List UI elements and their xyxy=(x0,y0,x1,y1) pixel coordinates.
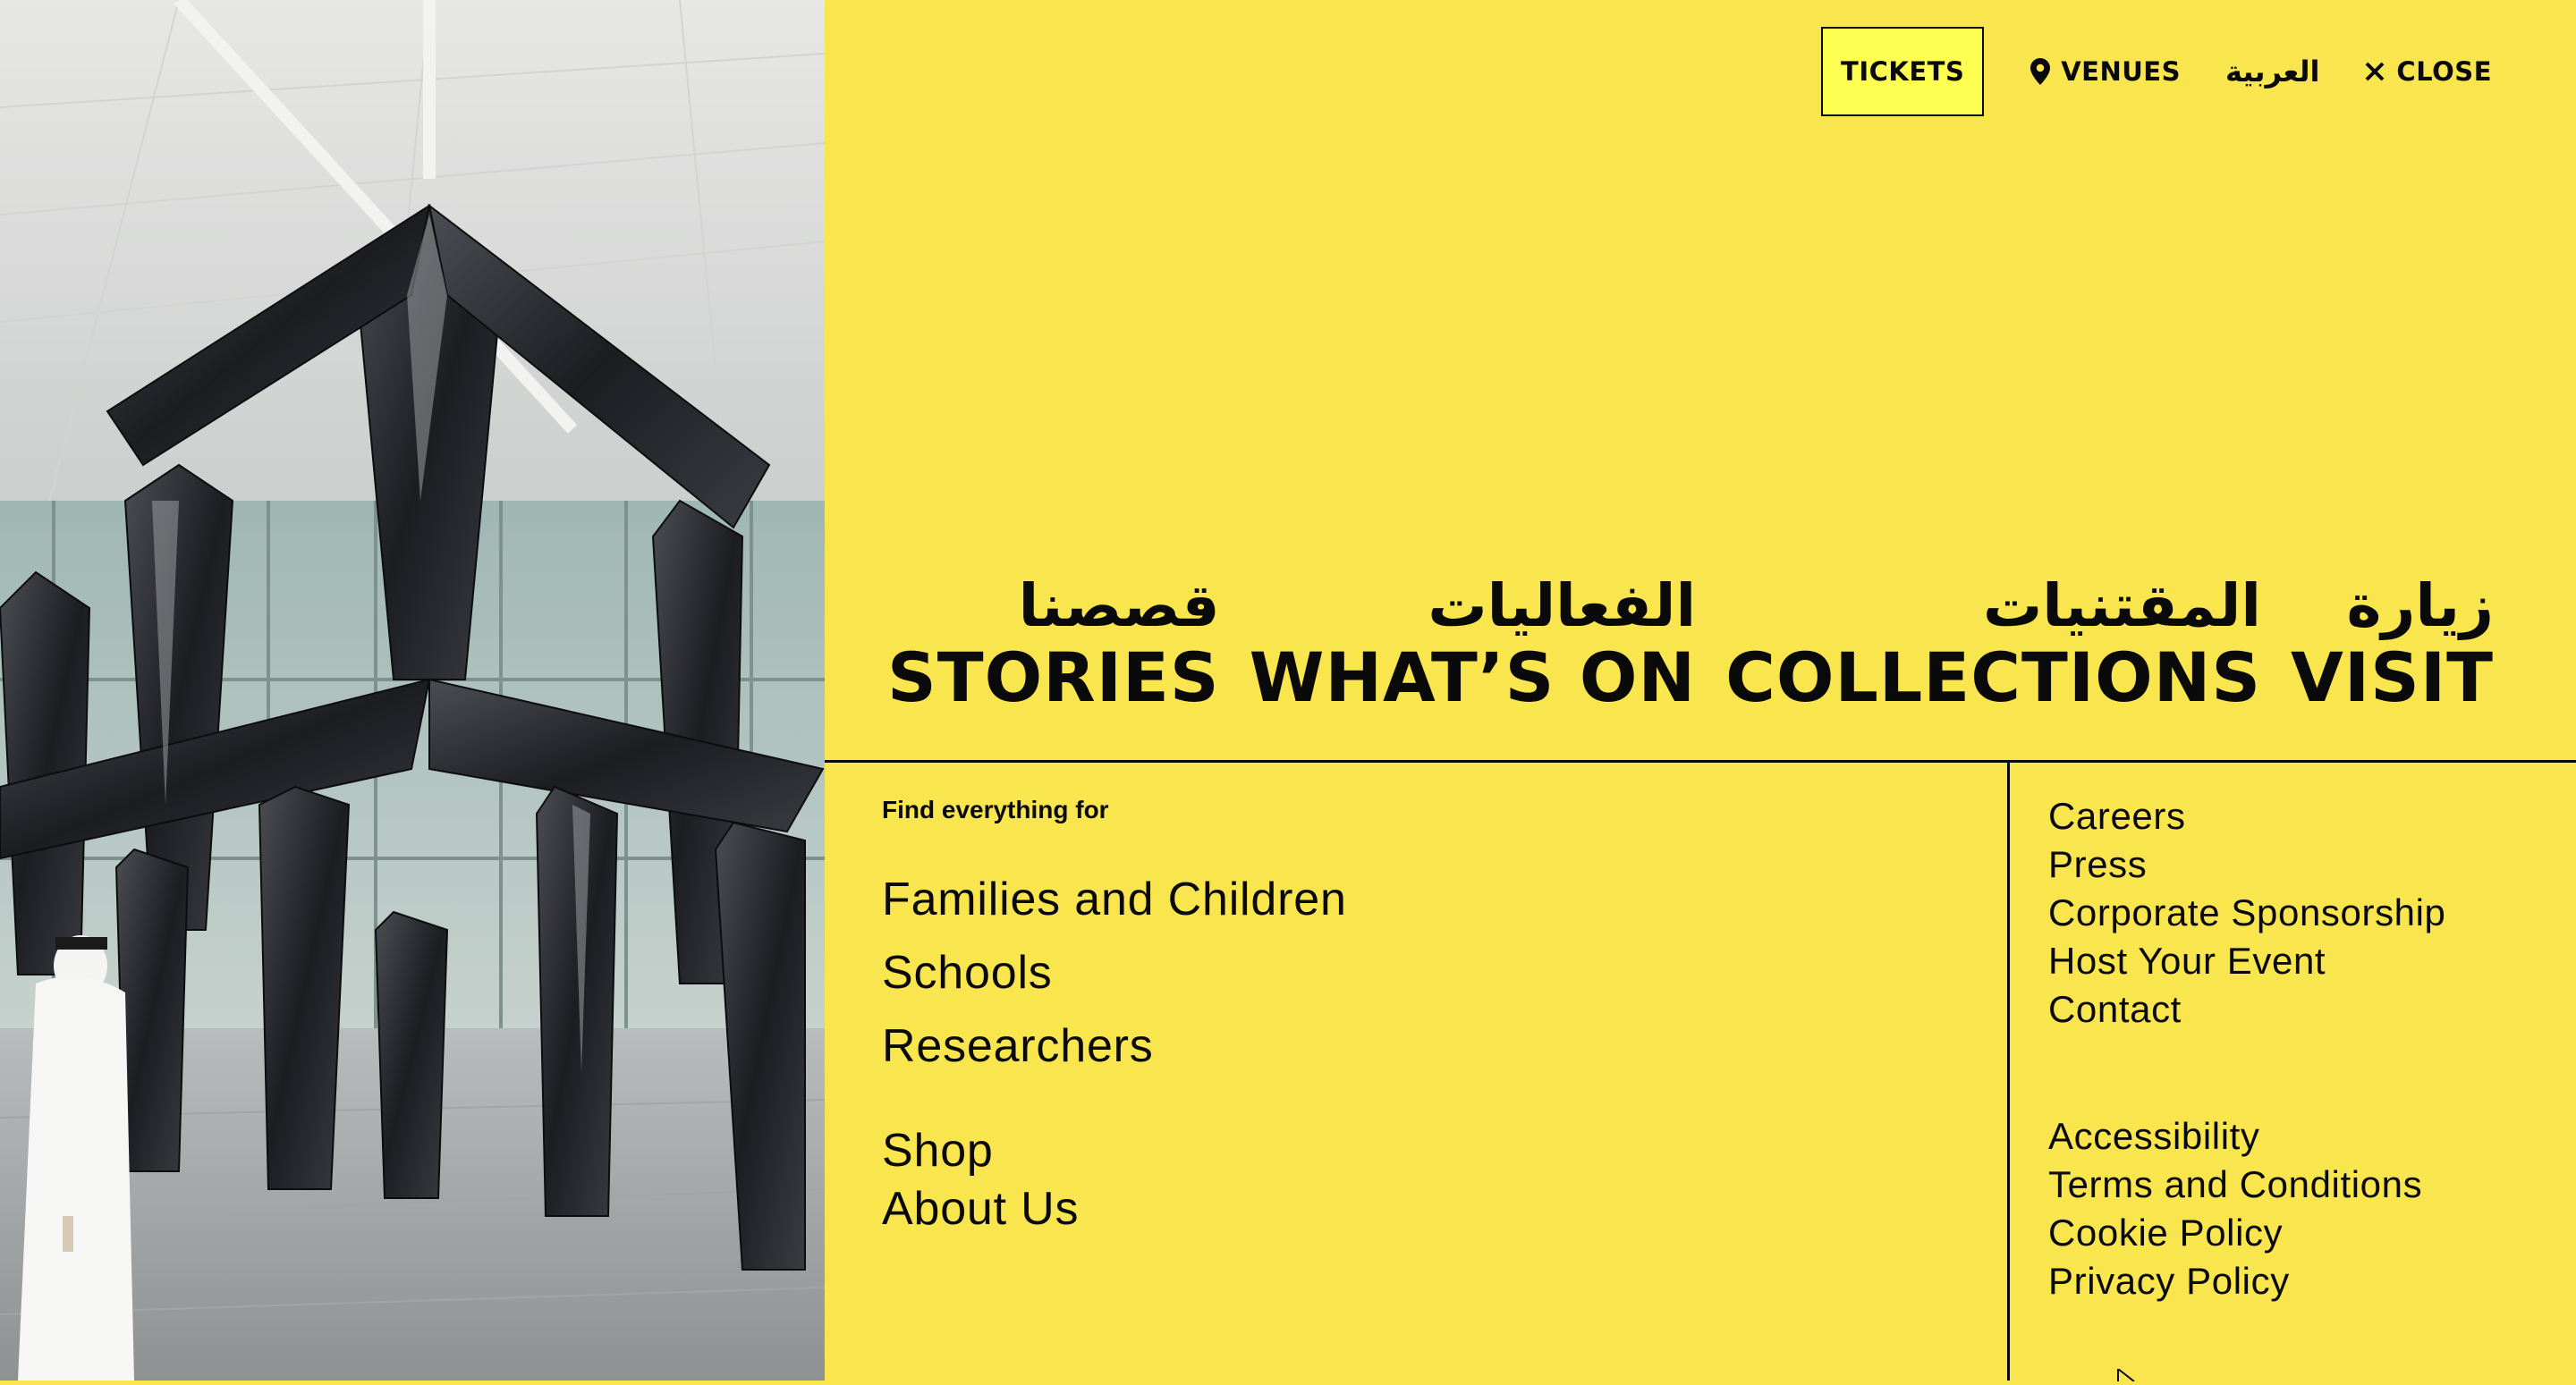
nav-label-english: STORIES xyxy=(887,638,1220,717)
close-button[interactable]: CLOSE xyxy=(2364,56,2492,87)
nav-label-arabic: المقتنيات xyxy=(1982,571,2262,640)
nav-item-whats-on[interactable]: الفعاليات WHAT’S ON xyxy=(1250,572,1696,715)
audience-link-schools[interactable]: Schools xyxy=(882,936,1347,1009)
corporate-sponsorship-link[interactable]: Corporate Sponsorship xyxy=(2048,889,2446,937)
privacy-policy-link[interactable]: Privacy Policy xyxy=(2048,1257,2422,1305)
map-pin-icon xyxy=(2030,58,2051,85)
vertical-divider xyxy=(2007,761,2010,1381)
audience-title: Find everything for xyxy=(882,796,1109,823)
legal-links: Accessibility Terms and Conditions Cooki… xyxy=(2048,1112,2422,1305)
audience-link-researchers[interactable]: Researchers xyxy=(882,1009,1347,1083)
about-us-link[interactable]: About Us xyxy=(882,1180,1079,1238)
nav-label-english: COLLECTIONS xyxy=(1725,638,2262,717)
terms-and-conditions-link[interactable]: Terms and Conditions xyxy=(2048,1161,2422,1209)
nav-item-visit[interactable]: زيارة VISIT xyxy=(2291,572,2494,715)
audience-link-families[interactable]: Families and Children xyxy=(882,863,1347,936)
main-nav: قصصنا STORIES الفعاليات WHAT’S ON المقتن… xyxy=(887,572,2494,715)
cookie-policy-link[interactable]: Cookie Policy xyxy=(2048,1209,2422,1257)
language-label: العربية xyxy=(2224,55,2320,89)
nav-label-english: WHAT’S ON xyxy=(1249,638,1697,717)
contact-link[interactable]: Contact xyxy=(2048,985,2446,1034)
language-switch-link[interactable]: العربية xyxy=(2225,55,2319,89)
careers-link[interactable]: Careers xyxy=(2048,792,2446,840)
nav-label-english: VISIT xyxy=(2291,638,2494,717)
host-your-event-link[interactable]: Host Your Event xyxy=(2048,937,2446,985)
venues-link[interactable]: VENUES xyxy=(2030,56,2181,87)
menu-panel: TICKETS VENUES العربية CLOSE قصصنا STORI… xyxy=(825,0,2576,1382)
nav-item-collections[interactable]: المقتنيات COLLECTIONS xyxy=(1725,572,2261,715)
mouse-cursor-icon xyxy=(2116,1368,2136,1385)
nav-item-stories[interactable]: قصصنا STORIES xyxy=(887,572,1220,715)
corporate-links: Careers Press Corporate Sponsorship Host… xyxy=(2048,792,2446,1034)
nav-label-arabic: زيارة xyxy=(2346,571,2494,640)
horizontal-divider xyxy=(825,760,2576,763)
venues-label: VENUES xyxy=(2061,56,2181,87)
shop-link[interactable]: Shop xyxy=(882,1122,1079,1180)
accessibility-link[interactable]: Accessibility xyxy=(2048,1112,2422,1161)
close-label: CLOSE xyxy=(2396,56,2492,87)
audience-list: Families and Children Schools Researcher… xyxy=(882,863,1347,1083)
tickets-button[interactable]: TICKETS xyxy=(1821,27,1985,116)
nav-label-arabic: الفعاليات xyxy=(1428,571,1697,640)
press-link[interactable]: Press xyxy=(2048,840,2446,889)
nav-label-arabic: قصصنا xyxy=(1018,571,1220,640)
hero-photo xyxy=(0,0,825,1381)
misc-links: Shop About Us xyxy=(882,1122,1079,1238)
top-bar: TICKETS VENUES العربية CLOSE xyxy=(1821,27,2492,116)
close-icon xyxy=(2364,61,2385,82)
